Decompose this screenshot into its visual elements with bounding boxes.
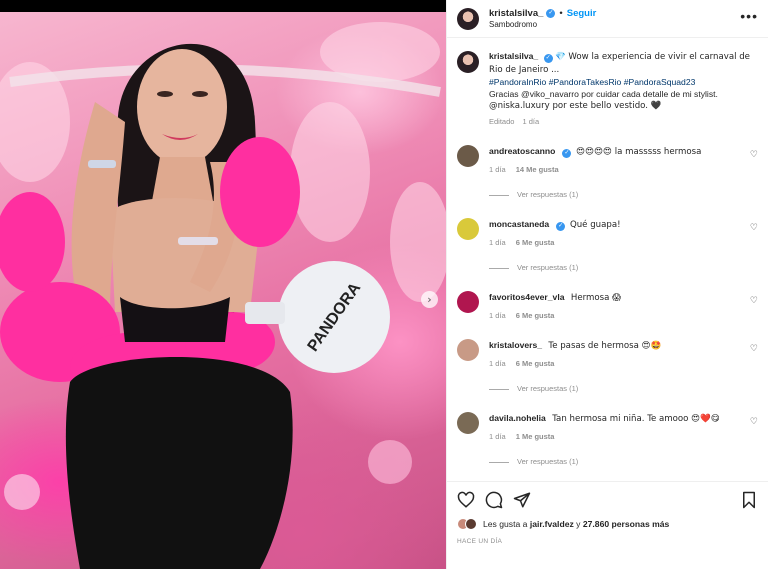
likes-count[interactable]: 27.860 personas más: [583, 519, 669, 529]
separator-dot: •: [559, 8, 563, 19]
likes-text: Les gusta a: [483, 519, 528, 529]
caption-username[interactable]: kristalsilva_: [489, 51, 538, 61]
caption-avatar[interactable]: [457, 51, 479, 73]
post-side-panel: kristalsilva_ ✓ • Seguir Sambodromo ••• …: [446, 0, 768, 569]
comment-time[interactable]: 1 día: [489, 164, 506, 176]
author-avatar[interactable]: [457, 7, 479, 30]
comment-time[interactable]: 1 día: [489, 431, 506, 443]
likes-and: y: [576, 519, 581, 529]
follow-button[interactable]: Seguir: [567, 8, 597, 19]
post-photo[interactable]: PANDORA ›: [0, 0, 446, 569]
liker-avatars: [457, 518, 477, 530]
commenter-avatar[interactable]: [457, 218, 479, 240]
comment-text: 😍😍😍😍 la masssss hermosa: [576, 147, 702, 157]
comment-text: Te pasas de hermosa 😍🤩: [548, 341, 662, 351]
commenter-username[interactable]: andreatoscanno: [489, 146, 555, 156]
comment-item: moncastaneda ✓ Qué guapa! 1 día 6 Me gust…: [457, 218, 758, 274]
post-timestamp[interactable]: HACE UN DÍA: [457, 538, 758, 545]
share-icon[interactable]: [513, 491, 531, 509]
comment-time[interactable]: 1 día: [489, 237, 506, 249]
caption-time: 1 día: [522, 117, 540, 126]
photo-illustration: PANDORA: [0, 22, 446, 569]
comment-item: favoritos4ever_vla Hermosa 😱 1 día 6 Me …: [457, 291, 758, 322]
comment-like-icon[interactable]: ♡: [750, 223, 758, 233]
view-replies-label: Ver respuestas (1): [517, 384, 579, 393]
like-heart-icon[interactable]: [457, 491, 475, 509]
comment-text: Qué guapa!: [569, 220, 621, 230]
author-info: kristalsilva_ ✓ • Seguir Sambodromo: [489, 8, 596, 29]
chevron-right-icon: ›: [427, 293, 432, 306]
comment-likes[interactable]: 1 Me gusta: [516, 431, 555, 443]
view-replies-button[interactable]: Ver respuestas (1): [489, 262, 744, 274]
comment-like-icon[interactable]: ♡: [750, 344, 758, 354]
post-caption: kristalsilva_ ✓ 💎 Wow la experiencia de …: [457, 50, 758, 128]
comment-like-icon[interactable]: ♡: [750, 296, 758, 306]
post-header: kristalsilva_ ✓ • Seguir Sambodromo •••: [447, 0, 768, 38]
commenter-avatar[interactable]: [457, 339, 479, 361]
commenter-avatar[interactable]: [457, 145, 479, 167]
commenter-avatar[interactable]: [457, 291, 479, 313]
replies-divider: [489, 267, 509, 269]
replies-divider: [489, 194, 509, 196]
commenter-username[interactable]: kristalovers_: [489, 340, 542, 350]
comment-like-icon[interactable]: ♡: [750, 417, 758, 427]
caption-line-4: @niska.luxury por este bello vestido. 🖤: [489, 101, 662, 111]
view-replies-label: Ver respuestas (1): [517, 190, 579, 199]
comment-time[interactable]: 1 día: [489, 358, 506, 370]
comment-item: davila.nohelia Tan hermosa mi niña. Te a…: [457, 412, 758, 468]
commenter-username[interactable]: davila.nohelia: [489, 413, 546, 423]
comment-icon[interactable]: [485, 491, 503, 509]
verified-badge-icon: ✓: [562, 149, 572, 158]
view-replies-button[interactable]: Ver respuestas (1): [489, 189, 744, 201]
view-replies-button[interactable]: Ver respuestas (1): [489, 383, 744, 395]
view-replies-button[interactable]: Ver respuestas (1): [489, 456, 744, 468]
likes-summary[interactable]: Les gusta a jair.fvaldez y 27.860 person…: [457, 518, 758, 530]
comment-likes[interactable]: 6 Me gusta: [516, 310, 555, 322]
view-replies-label: Ver respuestas (1): [517, 457, 579, 466]
comment-text: Hermosa 😱: [570, 293, 622, 303]
view-replies-label: Ver respuestas (1): [517, 263, 579, 272]
post-location[interactable]: Sambodromo: [489, 20, 596, 29]
replies-divider: [489, 461, 509, 463]
instagram-post: PANDORA › kristalsilva_ ✓ • Seguir Sambo…: [0, 0, 768, 569]
commenter-avatar[interactable]: [457, 412, 479, 434]
verified-badge-icon: ✓: [546, 9, 556, 18]
bookmark-icon[interactable]: [740, 491, 758, 509]
comment-like-icon[interactable]: ♡: [750, 150, 758, 160]
comment-text: Tan hermosa mi niña. Te amooo 😍❤️😋: [552, 414, 720, 424]
verified-badge-icon: ✓: [543, 54, 553, 63]
next-photo-button[interactable]: ›: [421, 291, 438, 308]
edited-label: Editado: [489, 117, 515, 126]
replies-divider: [489, 388, 509, 390]
comment-likes[interactable]: 14 Me gusta: [516, 164, 559, 176]
comment-item: andreatoscanno ✓ 😍😍😍😍 la masssss hermosa …: [457, 145, 758, 201]
comment-time[interactable]: 1 día: [489, 310, 506, 322]
comment-likes[interactable]: 6 Me gusta: [516, 358, 555, 370]
post-actions: Les gusta a jair.fvaldez y 27.860 person…: [447, 481, 768, 569]
commenter-username[interactable]: favoritos4ever_vla: [489, 292, 564, 302]
commenter-username[interactable]: moncastaneda: [489, 219, 549, 229]
comment-likes[interactable]: 6 Me gusta: [516, 237, 555, 249]
likes-user[interactable]: jair.fvaldez: [530, 519, 574, 529]
author-username[interactable]: kristalsilva_: [489, 8, 543, 19]
caption-hashtags[interactable]: #PandoraInRio #PandoraTakesRio #PandoraS…: [489, 76, 758, 88]
comments-section[interactable]: kristalsilva_ ✓ 💎 Wow la experiencia de …: [447, 38, 768, 481]
caption-line-3: Gracias @viko_navarro por cuidar cada de…: [489, 89, 718, 99]
comment-list: andreatoscanno ✓ 😍😍😍😍 la masssss hermosa …: [457, 145, 758, 481]
comment-item: kristalovers_ Te pasas de hermosa 😍🤩 1 d…: [457, 339, 758, 395]
more-options-icon[interactable]: •••: [740, 9, 758, 23]
verified-badge-icon: ✓: [556, 222, 566, 231]
